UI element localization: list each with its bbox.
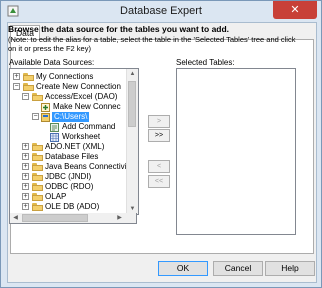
tree-item-jdbc-jndi[interactable]: + JDBC (JNDI) <box>10 172 126 182</box>
folder-icon <box>32 193 43 201</box>
add-all-tables-button[interactable]: >> <box>148 129 170 142</box>
scroll-left-icon[interactable]: ◀ <box>10 213 21 223</box>
remove-all-tables-button[interactable]: << <box>148 175 170 188</box>
database-file-icon <box>41 113 50 122</box>
tree-horizontal-scrollbar[interactable]: ◀ ▶ <box>9 213 137 224</box>
tree-item-java-beans[interactable]: + Java Beans Connectivit <box>10 162 129 172</box>
folder-icon <box>32 203 43 211</box>
tree-item-label: C:\Users\ <box>52 112 90 122</box>
tree-item-label: JDBC (JNDI) <box>45 172 92 181</box>
expand-icon[interactable]: + <box>13 73 20 80</box>
available-data-sources-label: Available Data Sources: <box>9 58 95 67</box>
tree-item-label: Worksheet <box>62 132 101 141</box>
tree-item-label: ODBC (RDO) <box>45 182 94 191</box>
tree-item-access-excel-dao[interactable]: − Access/Excel (DAO) <box>10 92 126 102</box>
tree-item-ado-net-xml[interactable]: + ADO.NET (XML) <box>10 142 126 152</box>
ok-button[interactable]: OK <box>158 261 208 276</box>
tree-item-make-new-connection[interactable]: Make New Connec <box>10 102 126 112</box>
tree-item-my-connections[interactable]: + My Connections <box>10 72 126 82</box>
instruction-heading: Browse the data source for the tables yo… <box>8 24 230 34</box>
folder-icon <box>32 143 43 151</box>
scroll-thumb[interactable] <box>128 81 136 127</box>
folder-icon <box>32 93 43 101</box>
folder-icon <box>32 183 43 191</box>
tree-item-add-command[interactable]: Add Command <box>10 122 126 132</box>
scroll-thumb[interactable] <box>22 214 88 222</box>
tree-item-olap[interactable]: + OLAP <box>10 192 126 202</box>
cancel-button[interactable]: Cancel <box>213 261 263 276</box>
tree-item-label: OLAP <box>45 192 67 201</box>
tree-item-label: Make New Connec <box>53 102 121 111</box>
expand-icon[interactable]: + <box>22 183 29 190</box>
folder-icon <box>32 173 43 181</box>
folder-icon <box>32 163 43 171</box>
new-connection-icon <box>41 103 50 112</box>
collapse-icon[interactable]: − <box>32 113 39 120</box>
tree-item-label: ADO.NET (XML) <box>45 142 105 151</box>
expand-icon[interactable]: + <box>22 153 29 160</box>
expand-icon[interactable]: + <box>22 203 29 210</box>
tree-item-ole-db-ado[interactable]: + OLE DB (ADO) <box>10 202 126 212</box>
tree-item-label: Access/Excel (DAO) <box>45 92 118 101</box>
selected-tables-label: Selected Tables: <box>176 58 235 67</box>
table-icon <box>50 133 59 142</box>
instruction-note: (Note: to edit the alias for a table, se… <box>8 35 296 53</box>
expand-icon[interactable]: + <box>22 163 29 170</box>
add-table-button[interactable]: > <box>148 115 170 128</box>
tree-item-label: My Connections <box>36 72 94 81</box>
remove-table-button[interactable]: < <box>148 160 170 173</box>
folder-icon <box>32 153 43 161</box>
tree-item-label: Java Beans Connectivit <box>45 162 129 171</box>
folder-icon <box>23 83 34 91</box>
help-button[interactable]: Help <box>265 261 315 276</box>
tree-item-worksheet[interactable]: Worksheet <box>10 132 126 142</box>
tree-item-label: Add Command <box>62 122 116 131</box>
expand-icon[interactable]: + <box>22 173 29 180</box>
scroll-right-icon[interactable]: ▶ <box>114 213 125 223</box>
selected-tables-list[interactable] <box>176 68 296 235</box>
close-button[interactable]: ✕ <box>273 1 317 19</box>
scroll-up-icon[interactable]: ▲ <box>127 69 138 79</box>
collapse-icon[interactable]: − <box>13 83 20 90</box>
collapse-icon[interactable]: − <box>22 93 29 100</box>
tree-item-create-new-connection[interactable]: − Create New Connection <box>10 82 126 92</box>
expand-icon[interactable]: + <box>22 143 29 150</box>
title-bar: Database Expert ✕ <box>1 1 321 22</box>
tree-item-label: Create New Connection <box>36 82 121 91</box>
tree-item-odbc-rdo[interactable]: + ODBC (RDO) <box>10 182 126 192</box>
tree-item-label: OLE DB (ADO) <box>45 202 100 211</box>
expand-icon[interactable]: + <box>22 193 29 200</box>
available-data-sources-tree[interactable]: + My Connections − Create New Connection… <box>9 68 139 215</box>
tree-item-current-file[interactable]: − C:\Users\ <box>10 112 126 122</box>
command-icon <box>50 123 59 132</box>
tree-item-database-files[interactable]: + Database Files <box>10 152 126 162</box>
tree-item-label: Database Files <box>45 152 99 161</box>
folder-icon <box>23 73 34 81</box>
tree-vertical-scrollbar[interactable]: ▲ ▼ <box>126 69 138 214</box>
